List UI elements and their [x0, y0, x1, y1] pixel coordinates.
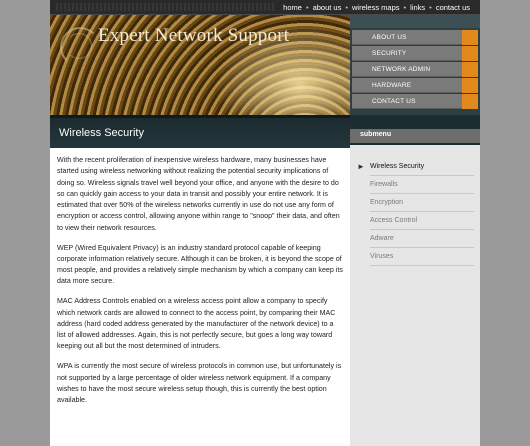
- swirl-logo-icon-inner: [66, 33, 92, 59]
- menu-tab-about-us[interactable]: [462, 30, 478, 45]
- nav-link-about-us[interactable]: about us: [313, 3, 342, 12]
- content-paragraph: MAC Address Controls enabled on a wirele…: [57, 297, 336, 351]
- content-paragraph: WPA is currently the most secure of wire…: [57, 362, 342, 405]
- menu-tab-network-admin[interactable]: [462, 62, 478, 77]
- submenu-header-strip: submenu: [350, 129, 480, 143]
- menu-top-strip: [350, 15, 480, 28]
- nav-separator: •: [345, 2, 348, 12]
- submenu-item-label: Firewalls: [370, 181, 398, 188]
- menu-tab-hardware[interactable]: [462, 78, 478, 93]
- submenu-item-wireless-security[interactable]: ► Wireless Security: [357, 159, 474, 176]
- submenu-item-label: Wireless Security: [370, 163, 425, 170]
- submenu-label: submenu: [360, 131, 392, 138]
- nav-separator: •: [403, 2, 407, 12]
- topnav-decoration: [56, 3, 276, 11]
- submenu-header: submenu: [350, 115, 480, 145]
- submenu-item-access-control[interactable]: Access Control: [370, 213, 474, 230]
- nav-link-contact-us[interactable]: contact us: [436, 3, 470, 12]
- menu-item-contact-us[interactable]: CONTACT US: [352, 94, 462, 109]
- content-paragraph: With the recent proliferation of inexpen…: [57, 156, 340, 232]
- menu-item-hardware[interactable]: HARDWARE: [352, 78, 462, 93]
- nav-link-home[interactable]: home: [283, 3, 302, 12]
- submenu-item-firewalls[interactable]: Firewalls: [370, 177, 474, 194]
- nav-separator: •: [305, 2, 309, 12]
- submenu-item-viruses[interactable]: Viruses: [370, 249, 474, 266]
- submenu-item-adware[interactable]: Adware: [370, 231, 474, 248]
- menu-item-network-admin[interactable]: NETWORK ADMIN: [352, 62, 462, 77]
- arrow-right-icon: ►: [357, 162, 365, 171]
- header-banner: Expert Network Support: [50, 15, 350, 115]
- main-menu: ABOUT US SECURITY NETWORK ADMIN HARDWARE…: [350, 15, 480, 115]
- main-content: With the recent proliferation of inexpen…: [57, 155, 343, 415]
- submenu-item-label: Adware: [370, 235, 394, 242]
- submenu-sidebar: ► Wireless Security Firewalls Encryption…: [350, 145, 480, 446]
- menu-tab-contact-us[interactable]: [462, 94, 478, 109]
- content-paragraph: WEP (Wired Equivalent Privacy) is an ind…: [57, 243, 343, 286]
- menu-item-about-us[interactable]: ABOUT US: [352, 30, 462, 45]
- top-navigation: home • about us • wireless maps • links …: [50, 0, 480, 15]
- submenu-item-label: Viruses: [370, 253, 394, 260]
- nav-separator: •: [429, 2, 432, 12]
- nav-link-wireless-maps[interactable]: wireless maps: [352, 3, 400, 12]
- page-frame: home • about us • wireless maps • links …: [50, 0, 480, 446]
- topnav-links: home • about us • wireless maps • links …: [283, 1, 470, 13]
- page-title: Wireless Security: [59, 127, 144, 139]
- site-title: Expert Network Support: [98, 25, 290, 46]
- submenu-item-label: Encryption: [370, 199, 404, 206]
- menu-tab-security[interactable]: [462, 46, 478, 61]
- nav-link-links[interactable]: links: [410, 3, 425, 12]
- submenu-item-label: Access Control: [370, 217, 418, 224]
- menu-item-security[interactable]: SECURITY: [352, 46, 462, 61]
- submenu-item-encryption[interactable]: Encryption: [370, 195, 474, 212]
- page-title-bar: Wireless Security: [50, 115, 350, 148]
